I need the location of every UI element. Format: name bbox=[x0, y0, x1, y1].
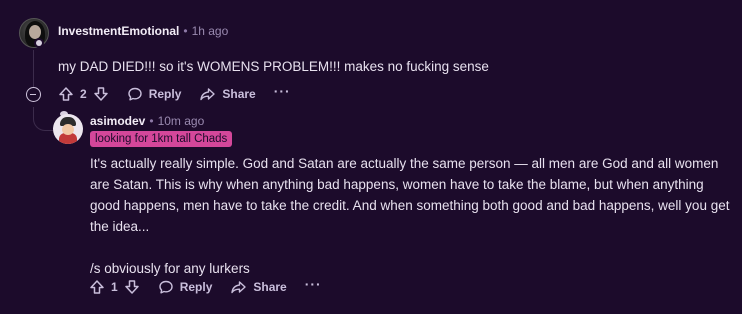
reply-button[interactable]: Reply bbox=[127, 86, 182, 102]
avatar[interactable] bbox=[53, 114, 83, 144]
upvote-icon[interactable] bbox=[89, 279, 105, 295]
comment-1-body: my DAD DIED!!! so it's WOMENS PROBLEM!!!… bbox=[58, 59, 489, 74]
comment-2-body: It's actually really simple. God and Sat… bbox=[90, 153, 730, 279]
share-button[interactable]: Share bbox=[199, 86, 256, 102]
vote-group: 2 bbox=[58, 86, 109, 102]
comment-1-actions: 2 Reply Share ··· bbox=[58, 84, 309, 102]
username[interactable]: InvestmentEmotional bbox=[58, 24, 179, 38]
comment-thread: InvestmentEmotional • 1h ago my DAD DIED… bbox=[0, 0, 742, 314]
downvote-icon[interactable] bbox=[124, 279, 140, 295]
reply-icon bbox=[127, 86, 143, 102]
separator-dot: • bbox=[149, 114, 154, 128]
vote-count: 2 bbox=[80, 87, 87, 101]
comment-2-header: asimodev • 10m ago bbox=[90, 114, 204, 128]
collapse-icon[interactable] bbox=[26, 87, 41, 102]
comment-2-paragraph-2: /s obviously for any lurkers bbox=[90, 261, 250, 276]
share-label: Share bbox=[222, 87, 256, 101]
share-button[interactable]: Share bbox=[230, 279, 287, 295]
share-icon bbox=[199, 86, 216, 102]
upvote-icon[interactable] bbox=[58, 86, 74, 102]
vote-count: 1 bbox=[111, 280, 118, 294]
username[interactable]: asimodev bbox=[90, 114, 145, 128]
share-label: Share bbox=[253, 280, 287, 294]
user-flair: looking for 1km tall Chads bbox=[90, 131, 233, 147]
more-icon[interactable]: ··· bbox=[274, 84, 291, 98]
downvote-icon[interactable] bbox=[93, 86, 109, 102]
share-icon bbox=[230, 279, 247, 295]
reply-button[interactable]: Reply bbox=[158, 279, 213, 295]
comment-2-paragraph-1: It's actually really simple. God and Sat… bbox=[90, 156, 730, 234]
reply-label: Reply bbox=[148, 87, 182, 101]
timestamp[interactable]: 1h ago bbox=[192, 24, 229, 38]
reply-icon bbox=[158, 279, 174, 295]
comment-2-actions: 1 Reply Share ··· bbox=[89, 277, 340, 295]
timestamp[interactable]: 10m ago bbox=[158, 114, 205, 128]
separator-dot: • bbox=[183, 24, 188, 38]
more-icon[interactable]: ··· bbox=[305, 277, 322, 291]
vote-group: 1 bbox=[89, 279, 140, 295]
avatar-status-badge bbox=[34, 38, 44, 48]
reply-label: Reply bbox=[179, 280, 213, 294]
comment-1-header: InvestmentEmotional • 1h ago bbox=[58, 24, 228, 38]
